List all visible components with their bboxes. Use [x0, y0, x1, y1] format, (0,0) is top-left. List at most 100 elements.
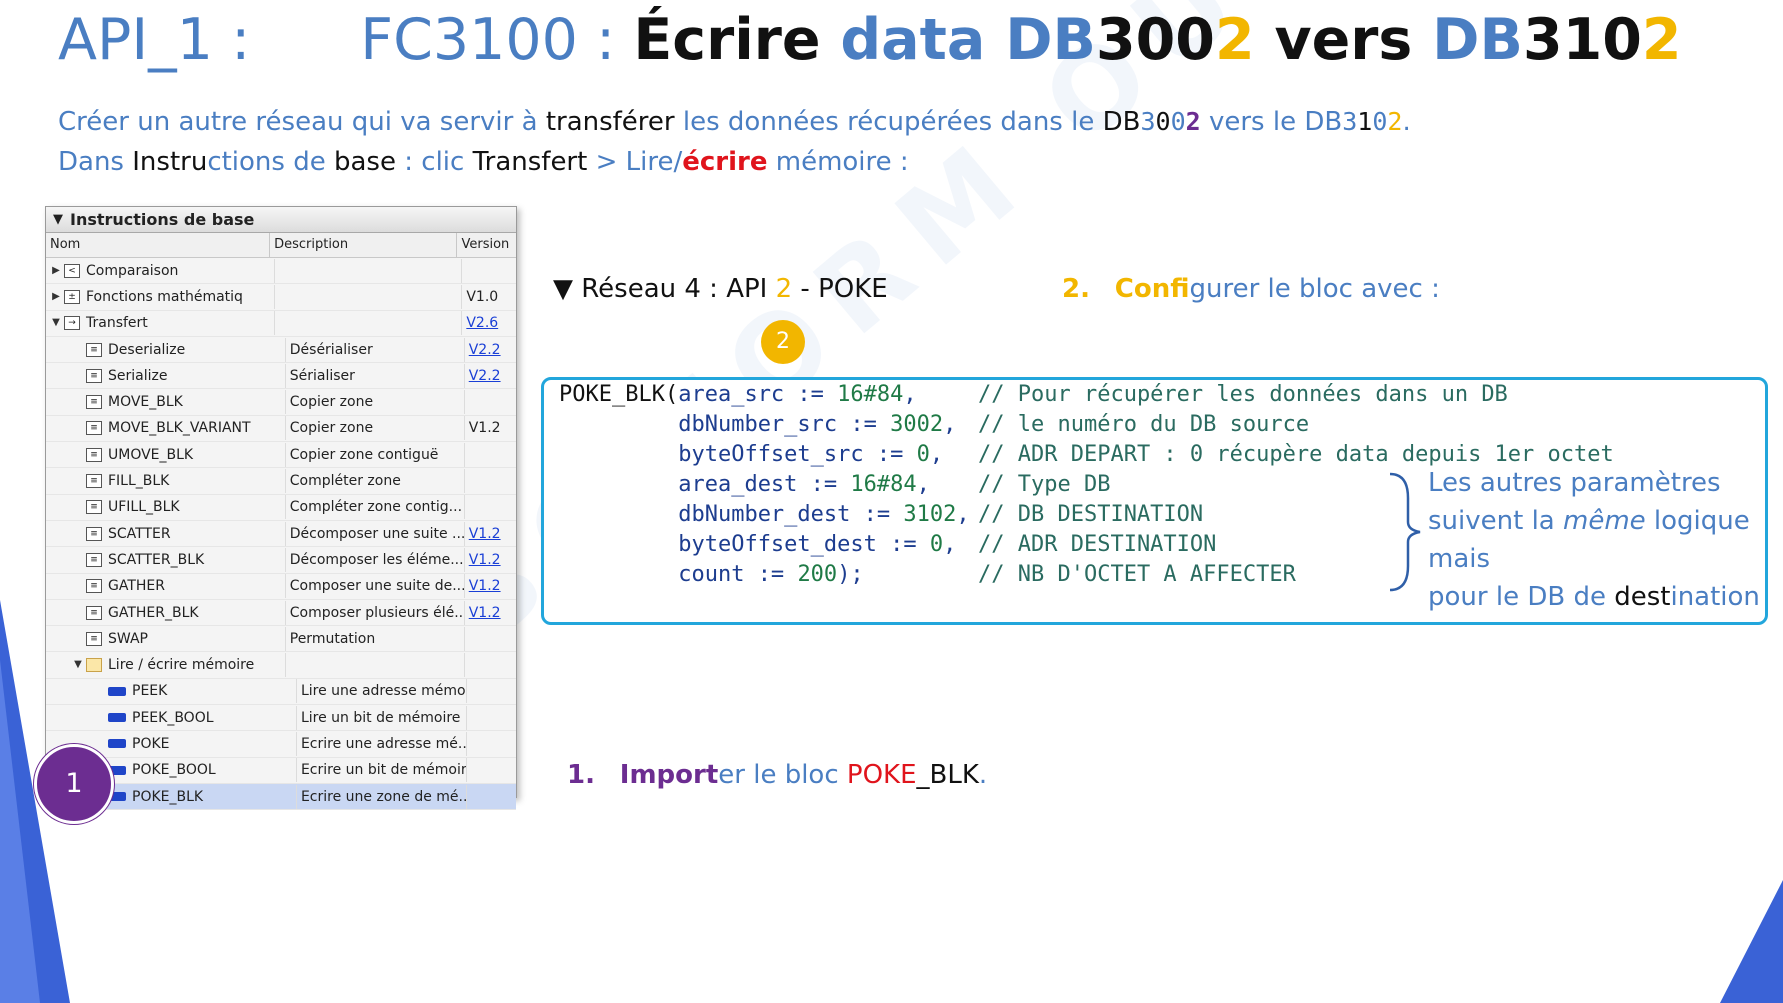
- instruction-row[interactable]: ≡ GATHER Composer une suite de... V1.2: [46, 574, 516, 600]
- instruction-version[interactable]: V2.2: [465, 364, 516, 388]
- instruction-name-cell[interactable]: ≡ Serialize: [46, 363, 286, 388]
- col-version-header[interactable]: Version: [457, 233, 516, 257]
- instruction-name-cell[interactable]: ▶ < Comparaison: [46, 258, 275, 283]
- collapse-icon[interactable]: ▼: [46, 212, 70, 227]
- instruction-row[interactable]: POKE_BLK Ecrire une zone de mé...: [46, 783, 516, 811]
- instruction-name: UFILL_BLK: [108, 499, 180, 516]
- code-line: POKE_BLK(area_src := 16#84, // Pour récup…: [559, 380, 1508, 410]
- instruction-name: MOVE_BLK_VARIANT: [108, 420, 251, 437]
- instruction-version: V1.2: [468, 420, 501, 437]
- instruction-row[interactable]: ≡ UMOVE_BLK Copier zone contiguë: [46, 442, 516, 469]
- expand-toggle-icon[interactable]: ▶: [50, 259, 62, 283]
- fb-icon: [108, 739, 126, 749]
- instruction-name-cell[interactable]: ≡ SWAP: [46, 626, 286, 651]
- code-value: 16#84: [837, 382, 904, 407]
- instruction-row[interactable]: ≡ Serialize Sérialiser V2.2: [46, 363, 516, 390]
- instruction-description: [275, 284, 463, 309]
- instruction-row[interactable]: ≡ SCATTER_BLK Décomposer les éléme... V1.2: [46, 547, 516, 574]
- expand-toggle-icon[interactable]: ▼: [50, 311, 62, 335]
- instruction-row[interactable]: ≡ SCATTER Décomposer une suite ... V1.2: [46, 521, 516, 548]
- instruction-row[interactable]: PEEK_BOOL Lire un bit de mémoire: [46, 705, 516, 732]
- instruction-description: [275, 258, 463, 283]
- instruction-version[interactable]: V2.6: [462, 311, 516, 335]
- instruction-description: Ecrire une adresse mé...: [297, 731, 468, 756]
- code-comment: // Pour récupérer les données dans un DB: [978, 382, 1508, 407]
- instruction-row[interactable]: ▶ < Comparaison: [46, 258, 516, 285]
- instruction-row[interactable]: ≡ MOVE_BLK_VARIANT Copier zone V1.2: [46, 416, 516, 443]
- code-param: dbNumber_dest :=: [678, 502, 904, 527]
- instruction-name-cell[interactable]: ≡ MOVE_BLK_VARIANT: [46, 416, 286, 441]
- instruction-version: [462, 259, 516, 283]
- instruction-version: [465, 390, 516, 414]
- instruction-name: Transfert: [86, 315, 148, 332]
- instruction-name-cell[interactable]: ≡ FILL_BLK: [46, 469, 286, 494]
- instructions-panel: ▼ Instructions de base Nom Description V…: [45, 206, 517, 811]
- instruction-row[interactable]: ≡ SWAP Permutation: [46, 626, 516, 653]
- col-name-header[interactable]: Nom: [46, 233, 271, 257]
- network-title[interactable]: ▼ Réseau 4 : API 2 - POKE: [553, 274, 888, 304]
- instruction-name-cell[interactable]: ▶ ± Fonctions mathématiq: [46, 284, 275, 309]
- instruction-version[interactable]: V1.2: [465, 522, 516, 546]
- instruction-version[interactable]: V2.2: [465, 338, 516, 362]
- collapse-triangle-icon[interactable]: ▼: [553, 274, 573, 304]
- instruction-version: [467, 758, 516, 782]
- instruction-name-cell[interactable]: ≡ GATHER: [46, 574, 286, 599]
- instruction-row[interactable]: ▼ Lire / écrire mémoire: [46, 652, 516, 679]
- code-param: dbNumber_src :=: [678, 412, 891, 437]
- code-punct: ,: [943, 532, 957, 557]
- instruction-row[interactable]: POKE_BOOL Ecrire un bit de mémoire: [46, 758, 516, 784]
- instruction-name-cell[interactable]: ≡ MOVE_BLK: [46, 390, 286, 415]
- code-param: byteOffset_dest :=: [678, 532, 930, 557]
- instruction-description: Ecrire un bit de mémoire: [297, 758, 468, 783]
- instruction-row[interactable]: PEEK Lire une adresse mémo...: [46, 679, 516, 706]
- code-punct: ,: [943, 412, 957, 437]
- instruction-name-cell[interactable]: ≡ SCATTER_BLK: [46, 547, 286, 572]
- instruction-row[interactable]: ≡ UFILL_BLK Compléter zone contig...: [46, 495, 516, 521]
- panel-header[interactable]: ▼ Instructions de base: [46, 207, 516, 233]
- instruction-description: Compléter zone contig...: [286, 495, 465, 520]
- code-value: 200: [797, 562, 838, 587]
- instruction-description: Composer plusieurs élé...: [286, 600, 465, 625]
- instruction-row[interactable]: POKE Ecrire une adresse mé...: [46, 731, 516, 758]
- col-desc-header[interactable]: Description: [270, 233, 458, 257]
- instruction-name: Fonctions mathématiq: [86, 288, 243, 305]
- instruction-name-cell[interactable]: ≡ GATHER_BLK: [46, 600, 286, 625]
- instruction-row[interactable]: ≡ GATHER_BLK Composer plusieurs élé... V1.2: [46, 600, 516, 627]
- instruction-name-cell[interactable]: PEEK_BOOL: [46, 705, 297, 730]
- code-value: 0: [929, 532, 944, 557]
- instruction-name-cell[interactable]: ▼ → Transfert: [46, 311, 275, 336]
- intro-line-1: Créer un autre réseau qui va servir à tr…: [58, 107, 1411, 137]
- code-line: byteOffset_dest := 0, // ADR DESTINATION: [559, 530, 1216, 560]
- instruction-row[interactable]: ▼ → Transfert V2.6: [46, 311, 516, 337]
- instruction-name-cell[interactable]: ≡ Deserialize: [46, 337, 286, 362]
- expand-toggle-icon[interactable]: ▼: [72, 653, 84, 677]
- instruction-version: [465, 627, 516, 651]
- instruction-name-cell[interactable]: PEEK: [46, 679, 297, 704]
- code-comment: // Type DB: [978, 472, 1111, 497]
- instruction-row[interactable]: ≡ MOVE_BLK Copier zone: [46, 389, 516, 416]
- block-icon: ≡: [86, 368, 102, 383]
- block-icon: ≡: [86, 474, 102, 489]
- code-punct: ,: [916, 472, 930, 497]
- instruction-name-cell[interactable]: ≡ UFILL_BLK: [46, 495, 286, 520]
- instruction-description: Ecrire une zone de mé...: [296, 784, 468, 809]
- compare-icon: <: [64, 263, 80, 278]
- instruction-name-cell[interactable]: ≡ SCATTER: [46, 521, 286, 546]
- instruction-name-cell[interactable]: ▼ Lire / écrire mémoire: [46, 653, 286, 678]
- step-one-text: 1. Importer le bloc POKE_BLK.: [567, 760, 988, 790]
- instruction-version[interactable]: V1.2: [465, 601, 516, 625]
- instruction-version[interactable]: V1.2: [465, 548, 516, 572]
- instruction-version: [467, 679, 516, 703]
- instruction-row[interactable]: ≡ Deserialize Désérialiser V2.2: [46, 337, 516, 364]
- instruction-row[interactable]: ▶ ± Fonctions mathématiq V1.0: [46, 284, 516, 311]
- expand-toggle-icon[interactable]: ▶: [50, 285, 62, 309]
- instruction-version[interactable]: V1.2: [465, 574, 516, 598]
- block-icon: ≡: [86, 421, 102, 436]
- instruction-description: Composer une suite de...: [286, 574, 465, 599]
- instruction-name: SWAP: [108, 630, 148, 647]
- code-line: dbNumber_src := 3002, // le numéro du DB …: [559, 410, 1309, 440]
- instruction-version: [465, 495, 516, 519]
- instruction-row[interactable]: ≡ FILL_BLK Compléter zone: [46, 468, 516, 495]
- instruction-name-cell[interactable]: ≡ UMOVE_BLK: [46, 442, 286, 467]
- instruction-description: [286, 653, 465, 678]
